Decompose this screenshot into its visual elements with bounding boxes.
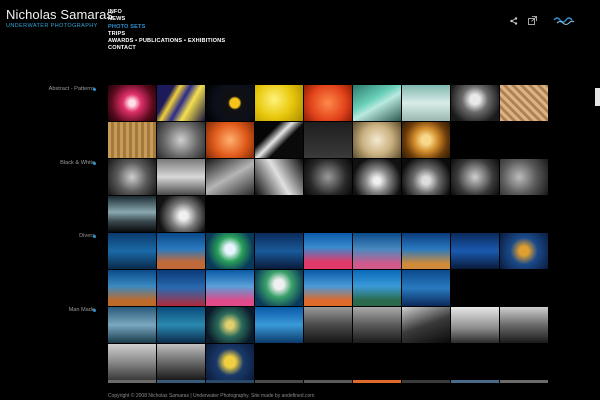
- photo-thumbnail[interactable]: [206, 85, 254, 121]
- photo-thumbnail[interactable]: [255, 159, 303, 195]
- photo-thumbnail[interactable]: [353, 122, 401, 158]
- photo-thumbnail[interactable]: [206, 307, 254, 343]
- main-nav: INFO NEWS PHOTO SETS TRIPS AWARDS • PUBL…: [108, 9, 225, 53]
- photo-thumbnail[interactable]: [500, 159, 548, 195]
- nav-contact[interactable]: CONTACT: [108, 45, 225, 52]
- photo-thumbnail[interactable]: [353, 307, 401, 343]
- category-bullet: [93, 162, 96, 165]
- photo-thumbnail[interactable]: [108, 233, 156, 269]
- thumb-row: [108, 122, 548, 158]
- nav-awards[interactable]: AWARDS • PUBLICATIONS • EXHIBITIONS: [108, 38, 225, 45]
- photo-thumbnail[interactable]: [108, 270, 156, 306]
- photo-thumbnail[interactable]: [402, 85, 450, 121]
- photo-thumbnail[interactable]: [157, 344, 205, 380]
- top-icons: [510, 12, 575, 30]
- photo-thumbnail[interactable]: [108, 344, 156, 380]
- photo-thumbnail[interactable]: [108, 85, 156, 121]
- photo-thumbnail[interactable]: [206, 270, 254, 306]
- photo-thumbnail[interactable]: [157, 270, 205, 306]
- external-link-icon[interactable]: [528, 12, 537, 30]
- category-abstract-patterns[interactable]: Abstract - Patterns: [49, 86, 95, 92]
- photo-thumbnail[interactable]: [304, 233, 352, 269]
- photo-thumbnail[interactable]: [108, 196, 156, 232]
- photo-thumbnail[interactable]: [157, 159, 205, 195]
- photo-thumbnail[interactable]: [255, 307, 303, 343]
- photo-thumbnail[interactable]: [255, 122, 303, 158]
- photo-thumbnail[interactable]: [353, 85, 401, 121]
- photo-thumbnail[interactable]: [206, 344, 254, 380]
- photo-thumbnail[interactable]: [353, 159, 401, 195]
- waves-logo-icon[interactable]: [553, 12, 575, 30]
- photo-thumbnail[interactable]: [353, 233, 401, 269]
- footer-copyright: Copyright © 2008 Nicholas Samaras | Unde…: [108, 393, 315, 399]
- photo-thumbnail[interactable]: [108, 159, 156, 195]
- photo-thumbnail[interactable]: [402, 233, 450, 269]
- photo-thumbnail[interactable]: [500, 85, 548, 121]
- photo-thumbnail[interactable]: [353, 270, 401, 306]
- share-icon[interactable]: [510, 12, 518, 30]
- category-man-made[interactable]: Man Made: [69, 307, 95, 313]
- photo-thumbnail[interactable]: [402, 159, 450, 195]
- thumb-row: [108, 270, 548, 306]
- scroll-tab[interactable]: [595, 88, 600, 106]
- photo-thumbnail[interactable]: [402, 122, 450, 158]
- photo-thumbnail[interactable]: [500, 233, 548, 269]
- photo-thumbnail[interactable]: [157, 122, 205, 158]
- photo-thumbnail[interactable]: [255, 233, 303, 269]
- thumb-row: [108, 196, 548, 232]
- photo-thumbnail[interactable]: [255, 85, 303, 121]
- photo-thumbnail[interactable]: [451, 307, 499, 343]
- brand[interactable]: Nicholas Samaras UNDERWATER PHOTOGRAPHY: [6, 7, 114, 30]
- thumb-row: [108, 159, 548, 195]
- category-bullet: [93, 309, 96, 312]
- photo-thumbnail[interactable]: [402, 307, 450, 343]
- nav-info[interactable]: INFO: [108, 9, 225, 16]
- photo-thumbnail[interactable]: [304, 159, 352, 195]
- photo-thumbnail[interactable]: [255, 270, 303, 306]
- brand-subtitle: UNDERWATER PHOTOGRAPHY: [6, 23, 98, 29]
- nav-trips[interactable]: TRIPS: [108, 31, 225, 38]
- photo-thumbnail[interactable]: [304, 270, 352, 306]
- photo-thumbnail[interactable]: [402, 270, 450, 306]
- nav-photo-sets[interactable]: PHOTO SETS: [108, 24, 225, 31]
- photo-thumbnail[interactable]: [108, 307, 156, 343]
- photo-thumbnail[interactable]: [108, 122, 156, 158]
- photo-thumbnail[interactable]: [304, 307, 352, 343]
- photo-thumbnail[interactable]: [206, 233, 254, 269]
- photo-thumbnail[interactable]: [157, 233, 205, 269]
- photo-thumbnail[interactable]: [157, 196, 205, 232]
- photo-grid: [108, 85, 548, 381]
- thumb-row: [108, 85, 548, 121]
- photo-thumbnail[interactable]: [157, 85, 205, 121]
- category-black-white[interactable]: Black & White: [60, 160, 95, 166]
- photo-thumbnail[interactable]: [157, 307, 205, 343]
- brand-name: Nicholas Samaras: [6, 7, 114, 22]
- photo-thumbnail[interactable]: [304, 85, 352, 121]
- next-row-strip: [108, 380, 548, 383]
- photo-thumbnail[interactable]: [451, 85, 499, 121]
- category-bullet: [93, 88, 96, 91]
- nav-news[interactable]: NEWS: [108, 16, 225, 23]
- photo-thumbnail[interactable]: [451, 159, 499, 195]
- category-bullet: [93, 235, 96, 238]
- thumb-row: [108, 233, 548, 269]
- photo-thumbnail[interactable]: [451, 233, 499, 269]
- thumb-row: [108, 344, 548, 380]
- photo-thumbnail[interactable]: [206, 159, 254, 195]
- thumb-row: [108, 307, 548, 343]
- photo-thumbnail[interactable]: [500, 307, 548, 343]
- photo-thumbnail[interactable]: [304, 122, 352, 158]
- photo-thumbnail[interactable]: [206, 122, 254, 158]
